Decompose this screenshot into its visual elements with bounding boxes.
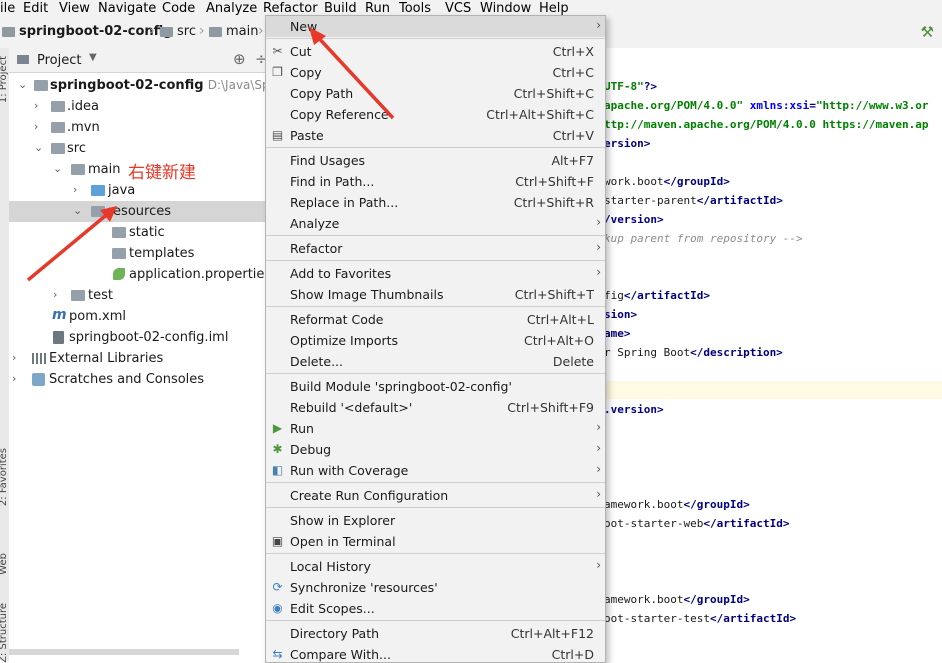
arrow-to-resources	[26, 206, 117, 282]
arrow-to-new	[309, 27, 395, 120]
annotation-arrows	[26, 27, 395, 282]
